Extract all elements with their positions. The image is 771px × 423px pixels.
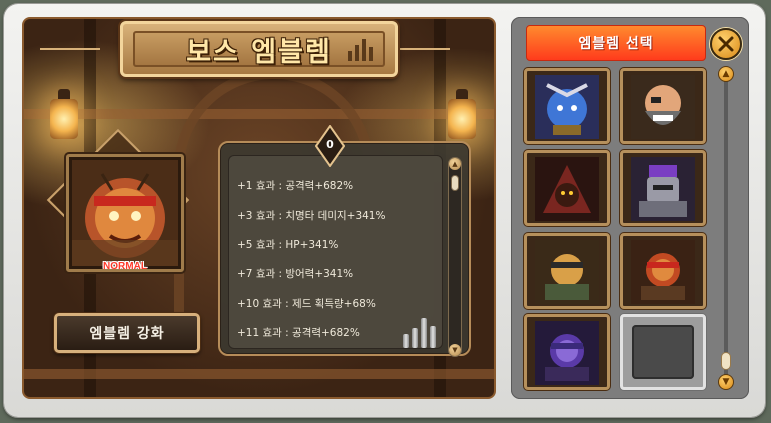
close-x-icon	[718, 36, 734, 52]
effect-row: +3 효과 : 치명타 데미지+341%	[237, 210, 386, 222]
red-lion-warrior-icon	[631, 240, 695, 304]
page-title: 보스 엠블렘	[186, 36, 332, 68]
title-plaque: 보스 엠블렘	[120, 21, 398, 77]
plaque-rail	[398, 48, 450, 50]
effect-row: +10 효과 : 제드 획득량+68%	[237, 298, 376, 310]
emblem-slot[interactable]	[620, 68, 706, 144]
effect-row: +11 효과 : 공격력+682%	[237, 327, 360, 339]
blue-elf-boss-icon	[535, 75, 599, 139]
emblem-slot[interactable]	[524, 68, 610, 144]
effect-row: +5 효과 : HP+341%	[237, 239, 339, 251]
plaque-rail	[40, 48, 100, 50]
lantern-icon	[50, 89, 78, 139]
selector-scrollbar[interactable]: ▲ ▼	[718, 66, 734, 390]
coin-stack-icon	[403, 318, 436, 348]
emblem-slot[interactable]	[524, 233, 610, 309]
lantern-icon	[448, 89, 476, 139]
scroll-thumb[interactable]	[721, 352, 731, 370]
scroll-down-icon[interactable]: ▼	[449, 344, 461, 356]
scroll-up-icon[interactable]: ▲	[449, 158, 461, 170]
rank-label: NORMAL	[103, 261, 147, 272]
empty-emblem-slot[interactable]	[620, 314, 706, 390]
bearded-warrior-boss-icon	[631, 75, 695, 139]
level-value: 0	[326, 138, 334, 151]
floor-beam	[24, 369, 494, 379]
close-button[interactable]	[710, 28, 742, 60]
effect-row: +1 효과 : 공격력+682%	[237, 180, 354, 192]
scroll-thumb[interactable]	[451, 175, 459, 191]
enhance-emblem-button[interactable]: 엠블렘 강화	[54, 313, 200, 353]
emblem-slot[interactable]	[524, 314, 610, 390]
emblem-selector-title: 엠블렘 선택	[526, 25, 706, 61]
effects-scrollbar[interactable]: ▲ ▼	[448, 157, 462, 357]
emblem-icon-box: NORMAL	[66, 154, 184, 272]
emblem-slot[interactable]	[620, 150, 706, 226]
scroll-down-icon[interactable]: ▼	[718, 374, 734, 390]
scroll-up-icon[interactable]: ▲	[718, 66, 734, 82]
effect-row: +7 효과 : 방어력+341%	[237, 268, 354, 280]
pillar-decoration-icon	[348, 39, 373, 61]
purple-lion-warrior-icon	[535, 321, 599, 385]
level-badge: 0	[315, 125, 345, 167]
emblem-slot[interactable]	[620, 233, 706, 309]
hooded-spider-boss-icon	[535, 157, 599, 221]
armored-lion-warrior-icon	[535, 240, 599, 304]
purple-armored-knight-icon	[631, 157, 695, 221]
scroll-track	[724, 80, 728, 376]
emblem-slot[interactable]	[524, 150, 610, 226]
lion-warrior-portrait-icon	[72, 160, 178, 266]
